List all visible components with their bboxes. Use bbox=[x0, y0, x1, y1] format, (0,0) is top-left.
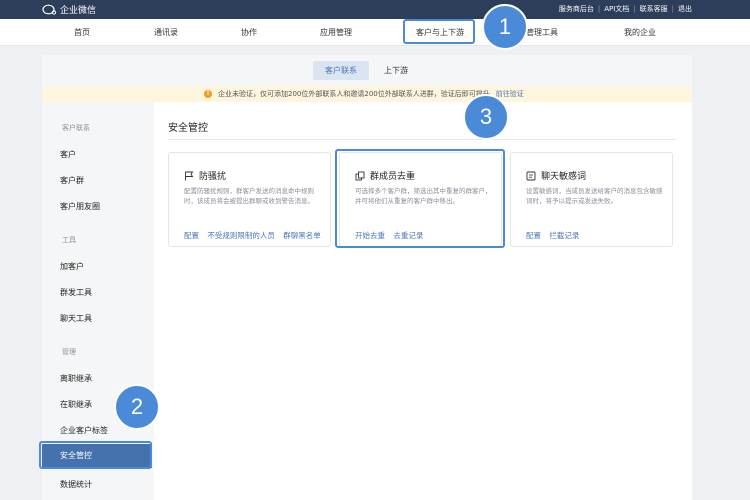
link-contact-support[interactable]: 联系客服 bbox=[640, 4, 668, 14]
card-actions: 配置 不受规则限制的人员 群聊黑名单 bbox=[184, 230, 327, 241]
nav-collaboration[interactable]: 协作 bbox=[228, 19, 270, 46]
configure-link[interactable]: 配置 bbox=[184, 231, 199, 240]
sidebar-item-customer-groups[interactable]: 客户群 bbox=[60, 175, 84, 186]
sub-tabs: 客户联系 上下游 bbox=[42, 55, 692, 86]
divider: | bbox=[671, 5, 674, 13]
card-anti-harassment: 防骚扰 配置防骚扰规则，群客户发送的消息命中规则时，该成员将会被提出群聊或收到警… bbox=[168, 152, 331, 247]
warning-icon: ! bbox=[204, 90, 212, 98]
sidebar-item-customer-tags[interactable]: 企业客户标签 bbox=[60, 425, 108, 436]
step-badge-1: 1 bbox=[482, 4, 528, 50]
divider: | bbox=[633, 5, 636, 13]
intercept-records-link[interactable]: 拦截记录 bbox=[549, 231, 579, 240]
card-sensitive-words: 聊天敏感词 设置敏感词，当成员发送给客户的消息包含敏感词时，将予以提示或发送失败… bbox=[510, 152, 673, 247]
sidebar-group-management: 管理 bbox=[62, 348, 76, 356]
highlight-card-dedup bbox=[335, 149, 505, 248]
app-logo[interactable]: 企业微信 bbox=[42, 3, 96, 16]
link-api-docs[interactable]: API文档 bbox=[604, 4, 629, 14]
sidebar-item-resigned-transfer[interactable]: 离职继承 bbox=[60, 373, 92, 384]
tab-upstream-downstream[interactable]: 上下游 bbox=[376, 61, 416, 80]
divider: | bbox=[597, 5, 601, 13]
sidebar-item-chat-tools[interactable]: 聊天工具 bbox=[60, 313, 92, 324]
sidebar-item-customers[interactable]: 客户 bbox=[60, 149, 76, 160]
group-blacklist-link[interactable]: 群聊黑名单 bbox=[283, 231, 321, 240]
sidebar-group-customer-contact: 客户联系 bbox=[62, 124, 90, 132]
exempt-members-link[interactable]: 不受规则限制的人员 bbox=[207, 231, 275, 240]
sidebar-item-onduty-transfer[interactable]: 在职继承 bbox=[60, 399, 92, 410]
notice-text: 企业未验证，仅可添加200位外部联系人和邀请200位外部联系人进群，验证后即可提… bbox=[218, 90, 490, 98]
sidebar-item-statistics[interactable]: 数据统计 bbox=[60, 479, 92, 490]
step-badge-2: 2 bbox=[114, 384, 160, 430]
card-header: 聊天敏感词 bbox=[526, 169, 586, 182]
top-links: 服务商后台 | API文档 | 联系客服 | 退出 bbox=[559, 4, 692, 14]
card-actions: 配置 拦截记录 bbox=[526, 230, 585, 241]
highlight-sidebar-security bbox=[39, 441, 152, 469]
verification-notice: ! 企业未验证，仅可添加200位外部联系人和邀请200位外部联系人进群，验证后即… bbox=[42, 86, 692, 102]
sidebar-item-add-customer[interactable]: 加客户 bbox=[60, 261, 84, 272]
card-description: 配置防骚扰规则，群客户发送的消息命中规则时，该成员将会被提出群聊或收到警告消息。 bbox=[184, 187, 314, 205]
sensitive-word-icon bbox=[526, 171, 536, 180]
link-provider-console[interactable]: 服务商后台 bbox=[559, 4, 594, 14]
main-nav: 首页 通讯录 协作 应用管理 客户与上下游 管理工具 我的企业 bbox=[0, 19, 750, 46]
card-title: 防骚扰 bbox=[199, 172, 227, 182]
app-title: 企业微信 bbox=[60, 6, 97, 16]
verify-link[interactable]: 前往验证 bbox=[496, 89, 524, 99]
sidebar-group-tools: 工具 bbox=[62, 236, 76, 244]
sidebar-item-mass-messaging[interactable]: 群发工具 bbox=[60, 287, 92, 298]
card-header: 防骚扰 bbox=[184, 169, 226, 182]
sidebar-item-moments[interactable]: 客户朋友圈 bbox=[60, 201, 100, 212]
card-title: 聊天敏感词 bbox=[541, 172, 587, 182]
highlight-nav-customers bbox=[403, 19, 475, 44]
card-description: 设置敏感词，当成员发送给客户的消息包含敏感词时，将予以提示或发送失败。 bbox=[526, 187, 663, 205]
nav-my-enterprise[interactable]: 我的企业 bbox=[612, 19, 668, 46]
flag-icon bbox=[185, 171, 194, 180]
main-panel: 客户联系 上下游 ! 企业未验证，仅可添加200位外部联系人和邀请200位外部联… bbox=[42, 55, 692, 500]
wecom-logo-icon bbox=[42, 4, 57, 15]
link-logout[interactable]: 退出 bbox=[678, 4, 692, 14]
divider bbox=[168, 139, 676, 140]
nav-app-management[interactable]: 应用管理 bbox=[308, 19, 364, 46]
nav-contacts[interactable]: 通讯录 bbox=[140, 19, 192, 46]
page-title: 安全管控 bbox=[168, 123, 208, 134]
nav-home[interactable]: 首页 bbox=[60, 19, 104, 46]
configure-link[interactable]: 配置 bbox=[526, 231, 541, 240]
tab-customer-contact[interactable]: 客户联系 bbox=[313, 61, 369, 80]
step-badge-3: 3 bbox=[463, 94, 509, 140]
top-bar: 企业微信 服务商后台 | API文档 | 联系客服 | 退出 bbox=[0, 0, 750, 19]
